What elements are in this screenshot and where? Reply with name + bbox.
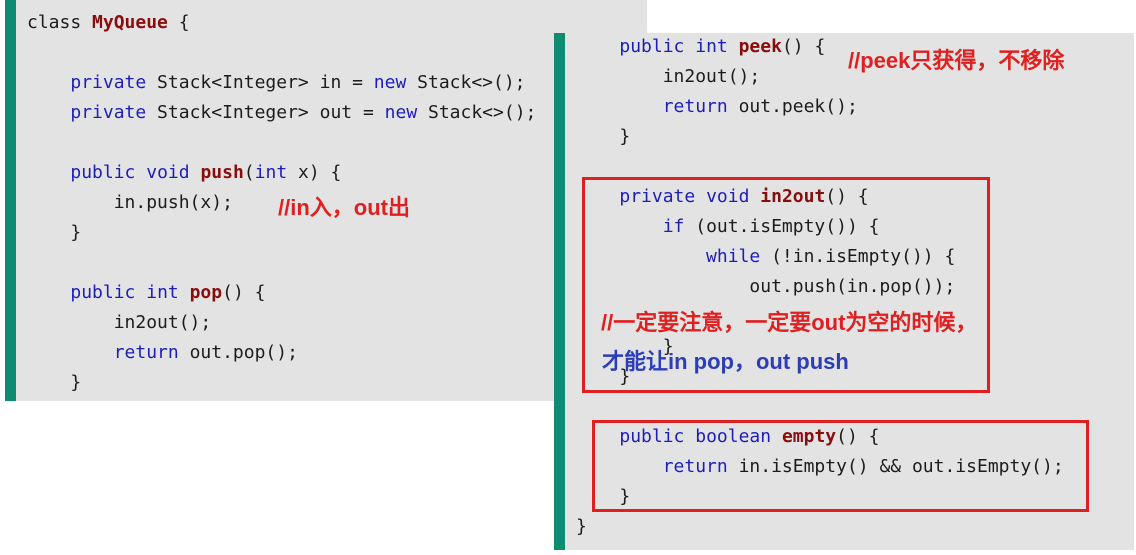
code-text: Stack<>(); (417, 102, 537, 123)
code-line: } (576, 122, 1064, 152)
accent-bar (554, 33, 565, 550)
annotation-careful: //一定要注意，一定要out为空的时候， (601, 310, 978, 335)
code-identifier: peek (738, 36, 782, 57)
code-keyword: new (373, 72, 407, 93)
code-text: ( (243, 162, 255, 183)
code-keyword: int (695, 36, 728, 57)
code-text: } (576, 516, 587, 537)
code-text: out.pop(); (178, 342, 298, 363)
code-text: () { (222, 282, 266, 303)
annotation-pop-push: 才能让in pop，out push (602, 349, 849, 374)
code-text: in2out(); (576, 66, 761, 87)
code-line: public void push(int x) { (27, 158, 536, 188)
code-text: in2out(); (27, 312, 212, 333)
highlight-box-empty (592, 420, 1089, 512)
code-text: class (27, 12, 93, 33)
code-line: public int pop() { (27, 278, 536, 308)
annotation-peek: //peek只获得，不移除 (848, 48, 1065, 73)
code-text: { (167, 12, 190, 33)
code-line: return out.peek(); (576, 92, 1064, 122)
code-keyword: return (662, 96, 728, 117)
code-line: private Stack<Integer> out = new Stack<>… (27, 98, 536, 128)
code-line: } (27, 368, 536, 398)
code-keyword: public (70, 162, 136, 183)
code-keyword: void (146, 162, 190, 183)
code-keyword: return (113, 342, 179, 363)
code-text: Stack<>(); (406, 72, 526, 93)
annotation-in-out: //in入，out出 (278, 195, 410, 220)
code-keyword: int (146, 282, 179, 303)
code-keyword: private (70, 72, 147, 93)
code-text: } (27, 222, 82, 243)
code-identifier: push (200, 162, 244, 183)
code-text: out.peek(); (727, 96, 858, 117)
code-text: } (576, 126, 631, 147)
code-line: private Stack<Integer> in = new Stack<>(… (27, 68, 536, 98)
code-line: class MyQueue { (27, 8, 536, 38)
code-identifier: MyQueue (92, 12, 168, 33)
code-line: return out.pop(); (27, 338, 536, 368)
code-keyword: public (619, 36, 685, 57)
code-keyword: new (384, 102, 418, 123)
code-line: in2out(); (27, 308, 536, 338)
code-text: () { (781, 36, 826, 57)
code-text: x) { (287, 162, 342, 183)
code-line: } (576, 512, 1064, 542)
code-line: } (27, 218, 536, 248)
code-keyword: public (70, 282, 136, 303)
code-keyword: private (70, 102, 147, 123)
code-text: Stack<Integer> out = (146, 102, 385, 123)
code-text: in.push(x); (27, 192, 233, 213)
code-keyword: int (254, 162, 288, 183)
accent-bar (5, 0, 16, 401)
code-identifier: pop (189, 282, 223, 303)
code-text: Stack<Integer> in = (146, 72, 374, 93)
code-text: } (27, 372, 82, 393)
